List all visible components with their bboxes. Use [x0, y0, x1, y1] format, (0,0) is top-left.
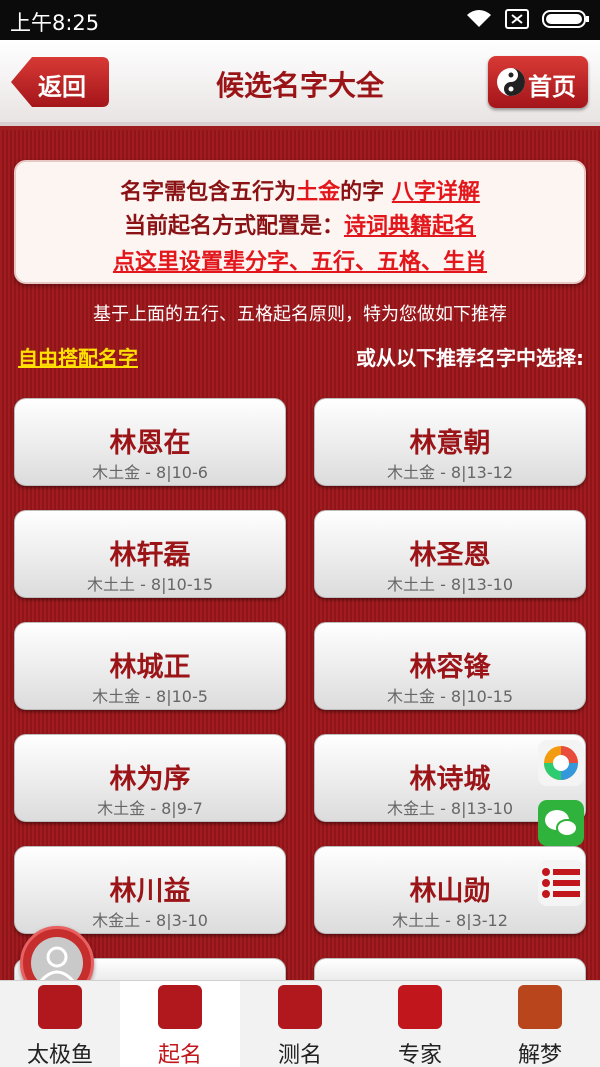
name-meta: 木土金 - 8|10-15	[386, 687, 513, 706]
yin-yang-icon	[398, 985, 442, 1029]
tab-label: 测名	[277, 1043, 322, 1067]
name-meta: 木土土 - 8|13-10	[386, 575, 513, 594]
name-text: 林为序	[109, 764, 191, 795]
name-card[interactable]: 林城正 木土金 - 8|10-5	[14, 622, 286, 710]
name-test-icon	[278, 985, 322, 1029]
name-card[interactable]: 林容锋 木土金 - 8|10-15	[314, 622, 586, 710]
name-meta: 木土金 - 8|10-5	[92, 687, 208, 706]
free-match-link[interactable]: 自由搭配名字	[18, 342, 138, 371]
name-text: 林川益	[109, 876, 191, 907]
tab-label: 解梦	[517, 1043, 562, 1067]
yin-yang-icon	[497, 68, 525, 96]
info-text: 当前起名方式配置是：	[123, 214, 344, 239]
name-card[interactable]: 林轩磊 木土土 - 8|10-15	[14, 510, 286, 598]
naming-method-link[interactable]: 诗词典籍起名	[344, 214, 476, 239]
battery-icon	[542, 10, 589, 28]
name-meta: 木土金 - 8|9-7	[97, 799, 203, 818]
menu-list-button[interactable]	[538, 860, 584, 906]
name-text: 林圣恩	[409, 540, 491, 571]
name-card[interactable]: 林圣恩 木土土 - 8|13-10	[314, 510, 586, 598]
name-text: 林轩磊	[109, 540, 191, 571]
name-text: 林恩在	[109, 428, 191, 459]
name-card[interactable]: 林川益 木金土 - 8|3-10	[14, 846, 286, 934]
info-text: 名字需包含五行为	[120, 180, 297, 205]
aperture-icon	[544, 746, 578, 780]
tab-name-test[interactable]: 测名	[240, 981, 360, 1067]
tab-expert[interactable]: 专家	[360, 981, 480, 1067]
header: 返回 候选名字大全 首页	[0, 40, 600, 126]
name-meta: 木土金 - 8|13-12	[386, 463, 513, 482]
bazi-detail-link[interactable]: 八字详解	[392, 180, 480, 205]
element-text: 土金	[296, 180, 341, 205]
wechat-icon	[545, 810, 578, 837]
name-card[interactable]: 林恩在 木土金 - 8|10-6	[14, 398, 286, 486]
name-card[interactable]: 林为序 木土金 - 8|9-7	[14, 734, 286, 822]
name-text: 林意朝	[409, 428, 491, 459]
settings-link[interactable]: 点这里设置辈分字、五行、五格、生肖	[113, 250, 487, 275]
tab-dream[interactable]: 解梦	[480, 981, 600, 1067]
name-meta: 木土土 - 8|10-15	[86, 575, 213, 594]
home-button[interactable]: 首页	[488, 56, 588, 108]
name-text: 林城正	[109, 652, 191, 683]
info-text: 的字	[340, 180, 385, 205]
naming-icon	[158, 985, 202, 1029]
bottom-tab-bar: 太极鱼 起名 测名 专家 解梦	[0, 980, 600, 1067]
info-line-1: 名字需包含五行为土金的字 八字详解	[16, 174, 584, 206]
tab-label: 专家	[397, 1043, 442, 1067]
name-meta: 木土土 - 8|3-12	[392, 911, 508, 930]
list-icon	[542, 868, 580, 898]
home-label: 首页	[528, 73, 576, 101]
info-line-3: 点这里设置辈分字、五行、五格、生肖	[16, 244, 584, 276]
recommendation-tip: 基于上面的五行、五格起名原则，特为您做如下推荐	[93, 304, 507, 325]
taiji-fish-icon	[38, 985, 82, 1029]
name-card[interactable]: 林意朝 木土金 - 8|13-12	[314, 398, 586, 486]
share-moments-button[interactable]	[538, 740, 584, 786]
wechat-button[interactable]	[538, 800, 584, 846]
dream-icon	[518, 985, 562, 1029]
info-box: 名字需包含五行为土金的字 八字详解 当前起名方式配置是：诗词典籍起名 点这里设置…	[14, 160, 586, 284]
tab-label: 太极鱼	[26, 1043, 93, 1067]
status-time: 上午8:25	[10, 11, 100, 35]
choose-label: 或从以下推荐名字中选择:	[356, 346, 584, 370]
status-bar: 上午8:25	[0, 0, 600, 40]
name-text: 林容锋	[409, 652, 491, 683]
name-meta: 木土金 - 8|10-6	[92, 463, 208, 482]
tab-naming[interactable]: 起名	[120, 981, 240, 1067]
tab-taiji-fish[interactable]: 太极鱼	[0, 981, 120, 1067]
wifi-icon	[467, 10, 491, 27]
no-sim-icon	[505, 9, 529, 29]
info-line-2: 当前起名方式配置是：诗词典籍起名	[16, 208, 584, 240]
tab-label: 起名	[157, 1043, 202, 1067]
